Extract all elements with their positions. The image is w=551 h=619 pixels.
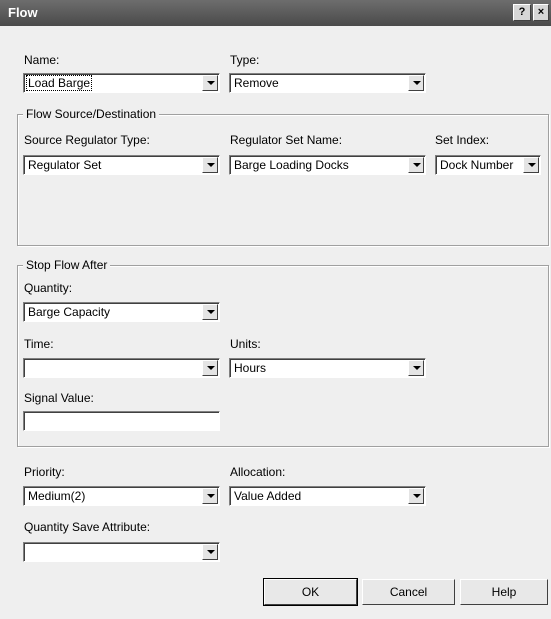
time-label: Time: — [24, 337, 54, 351]
priority-combo[interactable]: Medium(2) — [23, 486, 220, 506]
chevron-down-icon[interactable] — [202, 544, 218, 560]
chevron-down-icon[interactable] — [408, 360, 424, 376]
units-combo[interactable]: Hours — [229, 358, 426, 378]
chevron-down-icon[interactable] — [202, 488, 218, 504]
source-regulator-type-combo[interactable]: Regulator Set — [23, 155, 220, 175]
ok-button[interactable]: OK — [263, 578, 358, 606]
quantity-value: Barge Capacity — [28, 305, 111, 319]
source-regulator-type-label: Source Regulator Type: — [24, 133, 150, 147]
time-combo[interactable] — [23, 358, 220, 378]
quantity-combo[interactable]: Barge Capacity — [23, 302, 220, 322]
allocation-combo[interactable]: Value Added — [229, 486, 426, 506]
type-label: Type: — [230, 53, 260, 67]
units-value: Hours — [234, 361, 267, 375]
set-index-label: Set Index: — [435, 133, 490, 147]
regulator-set-name-label: Regulator Set Name: — [230, 133, 343, 147]
set-index-value: Dock Number — [440, 158, 514, 172]
signal-value-label: Signal Value: — [24, 391, 94, 405]
signal-value-input[interactable] — [23, 411, 220, 431]
source-regulator-type-value: Regulator Set — [28, 158, 102, 172]
chevron-down-icon[interactable] — [202, 75, 218, 91]
name-combo[interactable]: Load Barge — [23, 73, 220, 93]
title-bar: Flow ? × — [0, 0, 551, 26]
regulator-set-name-value: Barge Loading Docks — [234, 158, 349, 172]
help-button[interactable]: Help — [460, 579, 548, 605]
allocation-label: Allocation: — [230, 465, 286, 479]
help-icon[interactable]: ? — [513, 4, 531, 21]
regulator-set-name-combo[interactable]: Barge Loading Docks — [229, 155, 426, 175]
chevron-down-icon[interactable] — [408, 488, 424, 504]
type-value: Remove — [234, 76, 279, 90]
name-label: Name: — [24, 53, 60, 67]
cancel-button[interactable]: Cancel — [362, 579, 455, 605]
chevron-down-icon[interactable] — [202, 157, 218, 173]
quantity-save-attribute-label: Quantity Save Attribute: — [24, 520, 151, 534]
chevron-down-icon[interactable] — [408, 157, 424, 173]
stop-flow-group-title: Stop Flow After — [23, 258, 111, 272]
window-title: Flow — [8, 5, 38, 20]
units-label: Units: — [230, 337, 261, 351]
flow-source-group-title: Flow Source/Destination — [23, 107, 160, 121]
name-value: Load Barge — [26, 75, 93, 91]
chevron-down-icon[interactable] — [202, 304, 218, 320]
priority-value: Medium(2) — [28, 489, 86, 503]
quantity-save-attribute-combo[interactable] — [23, 542, 220, 562]
allocation-value: Value Added — [234, 489, 302, 503]
chevron-down-icon[interactable] — [523, 157, 539, 173]
set-index-combo[interactable]: Dock Number — [435, 155, 541, 175]
chevron-down-icon[interactable] — [408, 75, 424, 91]
type-combo[interactable]: Remove — [229, 73, 426, 93]
priority-label: Priority: — [24, 465, 65, 479]
close-icon[interactable]: × — [533, 4, 549, 21]
chevron-down-icon[interactable] — [202, 360, 218, 376]
quantity-label: Quantity: — [24, 281, 73, 295]
